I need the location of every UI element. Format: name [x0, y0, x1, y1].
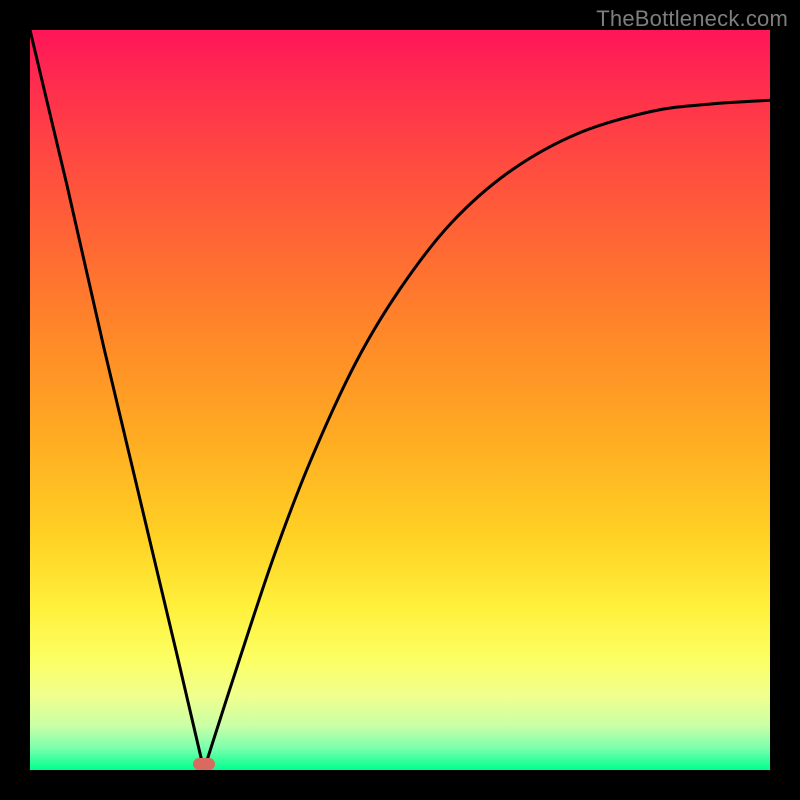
- curve-path: [30, 30, 770, 770]
- bottleneck-curve: [30, 30, 770, 770]
- plot-area: [30, 30, 770, 770]
- watermark-text: TheBottleneck.com: [596, 6, 788, 32]
- chart-frame: TheBottleneck.com: [0, 0, 800, 800]
- minimum-marker: [193, 758, 215, 770]
